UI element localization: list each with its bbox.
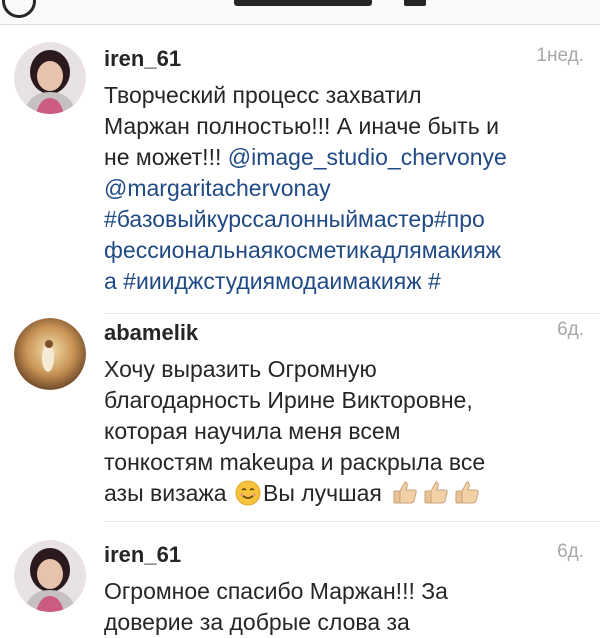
- comment-line: благодарность Ирине Викторовне,: [104, 387, 473, 413]
- comment-username[interactable]: iren_61: [104, 542, 181, 568]
- comment-line: Маржан полностью!!! А иначе быть и: [104, 111, 590, 142]
- comment-line: а #ииидж​студиямодаимакияж #: [104, 266, 590, 297]
- comment-item: abamelik 6д. Хочу выразить Огромную благ…: [0, 314, 600, 522]
- comment-timestamp: 6д.: [557, 319, 584, 340]
- comment-username[interactable]: abamelik: [104, 320, 198, 346]
- avatar[interactable]: [14, 42, 86, 114]
- text-segment: азы визажа: [104, 480, 227, 506]
- text-segment: Маржан полностью!!! А иначе быть и: [104, 113, 499, 139]
- top-navigation-bar: [0, 0, 600, 25]
- hashtag-link[interactable]: а #ииидж​студиямодаимакияж #: [104, 268, 441, 294]
- comment-line: Хочу выразить Огромную: [104, 356, 377, 382]
- header-action-icon[interactable]: [404, 0, 426, 6]
- mention-link[interactable]: @margaritachervonay: [104, 175, 331, 201]
- avatar[interactable]: [14, 540, 86, 612]
- comment-line: которая научила меня всем: [104, 418, 401, 444]
- comment-line: @margaritachervonay: [104, 173, 590, 204]
- comment-line: азы визажа Вы лучшая: [104, 478, 590, 514]
- thumbs-up-icon: [422, 479, 450, 513]
- thumbs-up-icon: [391, 479, 419, 513]
- comment-line: тонкостям makeupa и раскрыла все: [104, 449, 486, 475]
- hashtag-link[interactable]: фессиональнаякосметикадлямакияж: [104, 237, 501, 263]
- comment-text: Творческий процесс захватил Маржан полно…: [104, 80, 590, 297]
- thumbs-up-icon: [453, 479, 481, 513]
- smiling-face-icon: [235, 480, 261, 514]
- comment-line: Огромное спасибо Маржан!!! За: [104, 578, 448, 604]
- comment-timestamp: 6д.: [557, 541, 584, 562]
- avatar[interactable]: [14, 318, 86, 390]
- header-title-cropped: [234, 0, 372, 6]
- comment-item: iren_61 1нед. Творческий процесс захвати…: [0, 24, 600, 314]
- comment-line: доверие за добрые слова за: [104, 609, 410, 635]
- comment-item: iren_61 6д. Огромное спасибо Маржан!!! З…: [0, 522, 600, 635]
- comment-line: Творческий процесс захватил: [104, 80, 590, 111]
- comment-line: #базовыйкурссалонныймастер#про: [104, 204, 590, 235]
- text-segment: Творческий процесс захватил: [104, 82, 422, 108]
- comment-text: Хочу выразить Огромную благодарность Ири…: [104, 354, 590, 514]
- text-segment: не может!!!: [104, 144, 228, 170]
- comment-line: фессиональнаякосметикадлямакияж: [104, 235, 590, 266]
- comment-timestamp: 1нед.: [536, 45, 584, 66]
- text-segment: Вы лучшая: [262, 480, 382, 506]
- comment-text: Огромное спасибо Маржан!!! За доверие за…: [104, 576, 590, 638]
- mention-link[interactable]: @image_studio_chervonye: [228, 144, 507, 170]
- back-icon[interactable]: [2, 0, 36, 18]
- comment-username[interactable]: iren_61: [104, 46, 181, 72]
- comment-line: не может!!! @image_studio_chervonye: [104, 142, 590, 173]
- hashtag-link[interactable]: #базовыйкурссалонныймастер#про: [104, 206, 485, 232]
